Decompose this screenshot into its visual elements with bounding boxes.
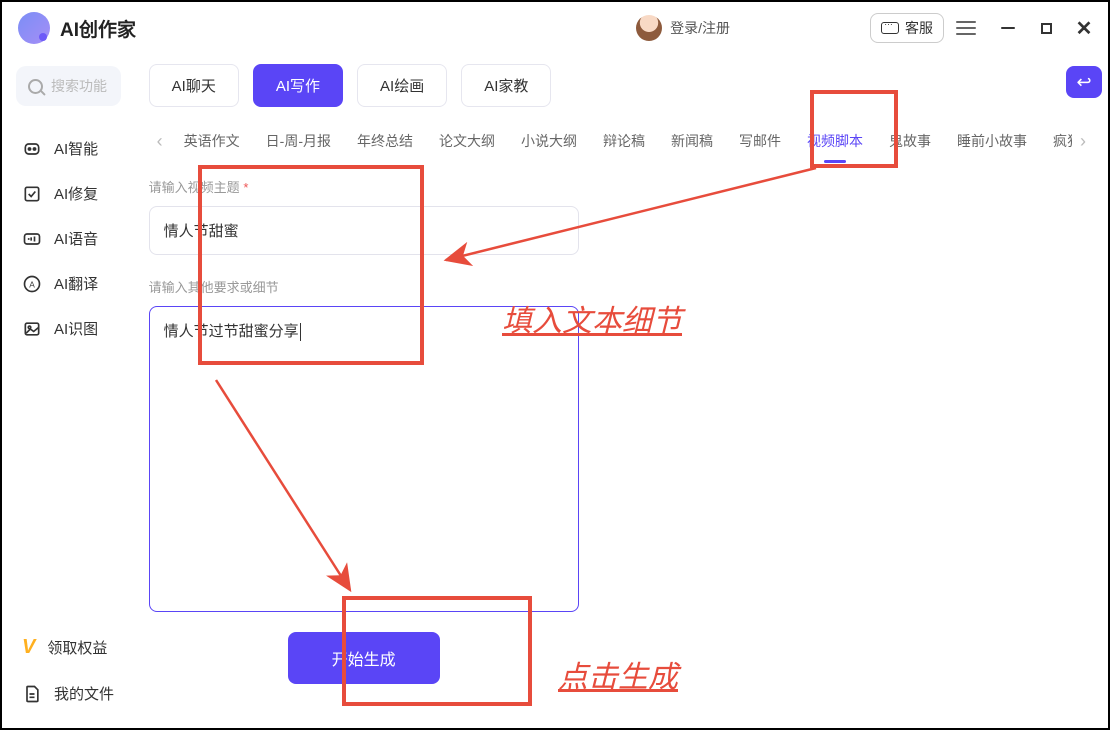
minimize-button[interactable] — [1000, 20, 1016, 36]
vip-icon: V — [22, 636, 35, 659]
title-bar: AI创作家 登录/注册 客服 ✕ — [2, 2, 1108, 54]
app-title: AI创作家 — [60, 15, 136, 42]
translate-icon: A — [22, 274, 42, 294]
chat-icon — [881, 22, 899, 34]
category-item[interactable]: 写邮件 — [726, 121, 794, 161]
category-item[interactable]: 日-周-月报 — [253, 121, 344, 161]
mode-tabs: AI聊天 AI写作 AI绘画 AI家教 — [149, 64, 1094, 107]
category-item[interactable]: 新闻稿 — [658, 121, 726, 161]
maximize-button[interactable] — [1038, 20, 1054, 36]
topic-input[interactable]: 情人节甜蜜 — [149, 206, 579, 255]
sidebar: 搜索功能 AI智能 AI修复 AI语音 A AI翻译 AI识图 V 领取权益 — [2, 54, 135, 728]
search-icon — [28, 79, 43, 94]
sidebar-item-ai-smart[interactable]: AI智能 — [16, 126, 121, 171]
back-button[interactable]: ↩ — [1066, 66, 1102, 98]
sidebar-my-files[interactable]: 我的文件 — [16, 671, 121, 716]
detail-label: 请输入其他要求或细节 — [149, 277, 579, 296]
category-item[interactable]: 年终总结 — [344, 121, 426, 161]
sidebar-item-label: AI识图 — [54, 318, 98, 339]
sidebar-item-ai-repair[interactable]: AI修复 — [16, 171, 121, 216]
back-arrow-icon: ↩ — [1076, 72, 1091, 93]
required-mark: * — [243, 180, 248, 195]
customer-service-button[interactable]: 客服 — [870, 13, 944, 43]
detail-textarea[interactable]: 情人节过节甜蜜分享 — [149, 306, 579, 612]
customer-service-label: 客服 — [905, 18, 933, 38]
text-cursor-icon — [300, 323, 302, 341]
mode-tab-draw[interactable]: AI绘画 — [357, 64, 447, 107]
output-column — [595, 177, 1094, 684]
sidebar-claim-rights[interactable]: V 领取权益 — [16, 624, 121, 671]
window-controls: ✕ — [1000, 20, 1092, 36]
svg-text:A: A — [29, 279, 35, 289]
search-input[interactable]: 搜索功能 — [16, 66, 121, 106]
close-button[interactable]: ✕ — [1076, 20, 1092, 36]
generate-button[interactable]: 开始生成 — [288, 632, 440, 684]
chevron-right-icon[interactable]: › — [1072, 131, 1094, 152]
sidebar-item-ai-image[interactable]: AI识图 — [16, 306, 121, 351]
category-row: ‹ 英语作文 日-周-月报 年终总结 论文大纲 小说大纲 辩论稿 新闻稿 写邮件… — [149, 121, 1094, 161]
category-item[interactable]: 英语作文 — [171, 121, 253, 161]
sidebar-item-ai-translate[interactable]: A AI翻译 — [16, 261, 121, 306]
detail-value: 情人节过节甜蜜分享 — [164, 323, 299, 340]
sidebar-item-label: AI修复 — [54, 183, 98, 204]
avatar-icon[interactable] — [636, 15, 662, 41]
login-link[interactable]: 登录/注册 — [670, 18, 730, 38]
sidebar-item-label: AI翻译 — [54, 273, 98, 294]
menu-icon[interactable] — [956, 21, 976, 35]
app-logo-icon — [18, 12, 50, 44]
mode-tab-chat[interactable]: AI聊天 — [149, 64, 239, 107]
search-placeholder: 搜索功能 — [51, 76, 107, 96]
category-item[interactable]: 辩论稿 — [590, 121, 658, 161]
mode-tab-tutor[interactable]: AI家教 — [461, 64, 551, 107]
image-icon — [22, 319, 42, 339]
category-item[interactable]: 论文大纲 — [426, 121, 508, 161]
topic-label: 请输入视频主题 * — [149, 177, 579, 196]
form-column: 请输入视频主题 * 情人节甜蜜 请输入其他要求或细节 情人节过节甜蜜分享 开始生… — [149, 177, 579, 684]
category-item[interactable]: 疯狂 — [1040, 121, 1072, 161]
mode-tab-write[interactable]: AI写作 — [253, 64, 343, 107]
category-item[interactable]: 小说大纲 — [508, 121, 590, 161]
voice-icon — [22, 229, 42, 249]
sidebar-item-label: AI智能 — [54, 138, 98, 159]
claim-rights-label: 领取权益 — [47, 637, 107, 658]
category-item[interactable]: 鬼故事 — [876, 121, 944, 161]
my-files-label: 我的文件 — [54, 683, 114, 704]
main-content: AI聊天 AI写作 AI绘画 AI家教 ↩ ‹ 英语作文 日-周-月报 年终总结… — [135, 54, 1108, 728]
sidebar-item-ai-voice[interactable]: AI语音 — [16, 216, 121, 261]
category-item[interactable]: 睡前小故事 — [944, 121, 1040, 161]
file-icon — [22, 684, 42, 704]
sidebar-item-label: AI语音 — [54, 228, 98, 249]
category-item-active[interactable]: 视频脚本 — [794, 121, 876, 161]
repair-icon — [22, 184, 42, 204]
smart-icon — [22, 139, 42, 159]
chevron-left-icon[interactable]: ‹ — [149, 131, 171, 152]
